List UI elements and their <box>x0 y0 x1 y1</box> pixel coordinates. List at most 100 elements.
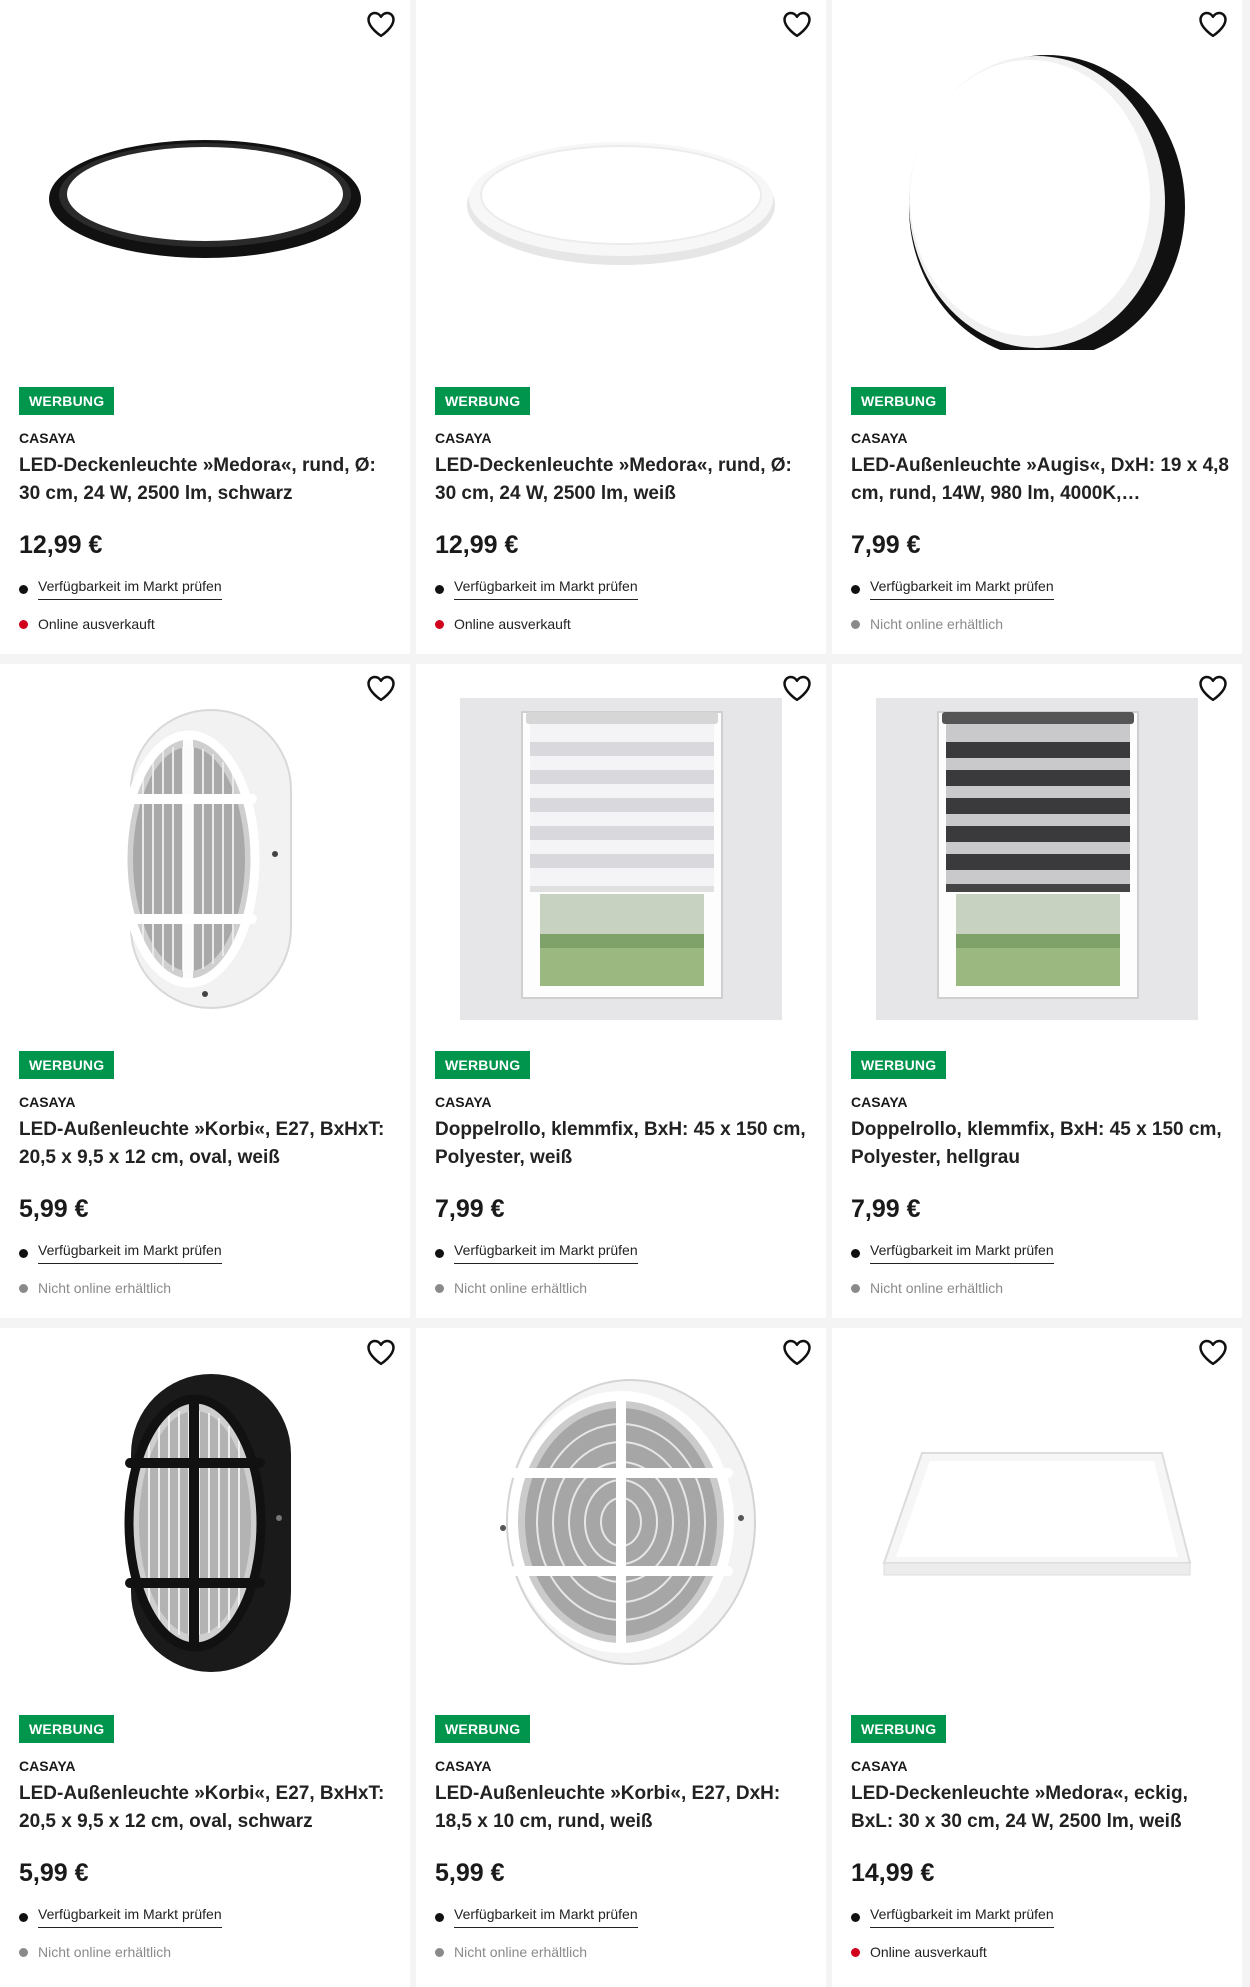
product-title[interactable]: LED-Deckenleuchte »Medora«, rund, Ø: 30 … <box>19 452 399 508</box>
product-card[interactable]: WERBUNG CASAYA LED-Außenleuchte »Augis«,… <box>832 0 1242 654</box>
stock-text: Nicht online erhältlich <box>454 1280 588 1296</box>
product-title[interactable]: LED-Außenleuchte »Korbi«, E27, BxHxT: 20… <box>19 1116 399 1172</box>
bullet-dot <box>851 1912 860 1922</box>
stock-status: Online ausverkauft <box>851 1944 987 1960</box>
product-image[interactable] <box>0 704 410 1014</box>
product-price: 7,99 € <box>851 1195 921 1223</box>
product-title[interactable]: LED-Außenleuchte »Augis«, DxH: 19 x 4,8 … <box>851 452 1231 508</box>
product-image[interactable] <box>832 40 1242 350</box>
product-title[interactable]: LED-Deckenleuchte »Medora«, rund, Ø: 30 … <box>435 452 815 508</box>
heart-icon[interactable] <box>1198 674 1228 702</box>
heart-icon[interactable] <box>1198 1338 1228 1366</box>
heart-icon[interactable] <box>782 674 812 702</box>
product-price: 5,99 € <box>435 1859 505 1887</box>
product-grid: WERBUNG CASAYA LED-Deckenleuchte »Medora… <box>0 0 1250 1987</box>
status-dot <box>435 1947 444 1957</box>
stock-text: Nicht online erhältlich <box>870 1280 1004 1296</box>
availability-link[interactable]: Verfügbarkeit im Markt prüfen <box>870 1242 1054 1264</box>
product-card[interactable]: WERBUNG CASAYA LED-Deckenleuchte »Medora… <box>416 0 826 654</box>
heart-icon[interactable] <box>782 10 812 38</box>
brand-label: CASAYA <box>851 430 908 446</box>
product-image[interactable] <box>416 1368 826 1678</box>
bullet-dot <box>851 584 860 594</box>
heart-icon[interactable] <box>366 674 396 702</box>
status-dot <box>851 1283 860 1293</box>
product-price: 14,99 € <box>851 1859 935 1887</box>
product-image[interactable] <box>832 1368 1242 1678</box>
product-image[interactable] <box>416 40 826 350</box>
ad-badge: WERBUNG <box>435 1715 531 1743</box>
product-title[interactable]: LED-Außenleuchte »Korbi«, E27, BxHxT: 20… <box>19 1780 399 1836</box>
brand-label: CASAYA <box>851 1094 908 1110</box>
availability-link[interactable]: Verfügbarkeit im Markt prüfen <box>870 1906 1054 1928</box>
product-title[interactable]: LED-Deckenleuchte »Medora«, eckig, BxL: … <box>851 1780 1231 1836</box>
stock-text: Nicht online erhältlich <box>38 1944 172 1960</box>
availability-link[interactable]: Verfügbarkeit im Markt prüfen <box>870 578 1054 600</box>
availability-link[interactable]: Verfügbarkeit im Markt prüfen <box>454 578 638 600</box>
product-title[interactable]: Doppelrollo, klemmfix, BxH: 45 x 150 cm,… <box>851 1116 1231 1172</box>
availability-check[interactable]: Verfügbarkeit im Markt prüfen <box>851 578 1054 600</box>
heart-icon[interactable] <box>366 1338 396 1366</box>
status-dot <box>19 1283 28 1293</box>
bullet-dot <box>851 1248 860 1258</box>
product-card[interactable]: WERBUNG CASAYA LED-Außenleuchte »Korbi«,… <box>416 1328 826 1987</box>
stock-text: Online ausverkauft <box>454 616 571 632</box>
availability-link[interactable]: Verfügbarkeit im Markt prüfen <box>38 1242 222 1264</box>
stock-status: Nicht online erhältlich <box>19 1944 171 1960</box>
availability-link[interactable]: Verfügbarkeit im Markt prüfen <box>38 578 222 600</box>
availability-check[interactable]: Verfügbarkeit im Markt prüfen <box>851 1906 1054 1928</box>
product-card[interactable]: WERBUNG CASAYA LED-Deckenleuchte »Medora… <box>832 1328 1242 1987</box>
heart-icon[interactable] <box>366 10 396 38</box>
brand-label: CASAYA <box>435 1094 492 1110</box>
ad-badge: WERBUNG <box>851 1715 947 1743</box>
ad-badge: WERBUNG <box>851 387 947 415</box>
product-image[interactable] <box>416 698 826 1020</box>
availability-check[interactable]: Verfügbarkeit im Markt prüfen <box>19 578 222 600</box>
availability-check[interactable]: Verfügbarkeit im Markt prüfen <box>851 1242 1054 1264</box>
bullet-dot <box>435 584 444 594</box>
heart-icon[interactable] <box>1198 10 1228 38</box>
availability-link[interactable]: Verfügbarkeit im Markt prüfen <box>454 1242 638 1264</box>
brand-label: CASAYA <box>851 1758 908 1774</box>
bullet-dot <box>435 1248 444 1258</box>
product-price: 5,99 € <box>19 1195 89 1223</box>
stock-status: Online ausverkauft <box>19 616 155 632</box>
product-card[interactable]: WERBUNG CASAYA Doppelrollo, klemmfix, Bx… <box>832 664 1242 1318</box>
availability-check[interactable]: Verfügbarkeit im Markt prüfen <box>19 1906 222 1928</box>
bullet-dot <box>19 1912 28 1922</box>
availability-check[interactable]: Verfügbarkeit im Markt prüfen <box>435 578 638 600</box>
status-dot <box>851 1947 860 1957</box>
status-dot <box>435 1283 444 1293</box>
product-title[interactable]: Doppelrollo, klemmfix, BxH: 45 x 150 cm,… <box>435 1116 815 1172</box>
availability-link[interactable]: Verfügbarkeit im Markt prüfen <box>454 1906 638 1928</box>
product-card[interactable]: WERBUNG CASAYA LED-Außenleuchte »Korbi«,… <box>0 1328 410 1987</box>
ad-badge: WERBUNG <box>19 1715 115 1743</box>
ad-badge: WERBUNG <box>435 1051 531 1079</box>
product-card[interactable]: WERBUNG CASAYA Doppelrollo, klemmfix, Bx… <box>416 664 826 1318</box>
product-price: 7,99 € <box>851 531 921 559</box>
bullet-dot <box>19 584 28 594</box>
availability-check[interactable]: Verfügbarkeit im Markt prüfen <box>435 1906 638 1928</box>
product-image[interactable] <box>0 1368 410 1678</box>
product-card[interactable]: WERBUNG CASAYA LED-Deckenleuchte »Medora… <box>0 0 410 654</box>
product-image[interactable] <box>832 698 1242 1020</box>
product-title[interactable]: LED-Außenleuchte »Korbi«, E27, DxH: 18,5… <box>435 1780 815 1836</box>
stock-status: Nicht online erhältlich <box>19 1280 171 1296</box>
product-price: 5,99 € <box>19 1859 89 1887</box>
product-price: 12,99 € <box>19 531 103 559</box>
stock-status: Nicht online erhältlich <box>851 1280 1003 1296</box>
product-price: 7,99 € <box>435 1195 505 1223</box>
availability-check[interactable]: Verfügbarkeit im Markt prüfen <box>19 1242 222 1264</box>
status-dot <box>435 619 444 629</box>
product-card[interactable]: WERBUNG CASAYA LED-Außenleuchte »Korbi«,… <box>0 664 410 1318</box>
availability-check[interactable]: Verfügbarkeit im Markt prüfen <box>435 1242 638 1264</box>
brand-label: CASAYA <box>435 430 492 446</box>
stock-status: Online ausverkauft <box>435 616 571 632</box>
stock-text: Nicht online erhältlich <box>870 616 1004 632</box>
product-image[interactable] <box>0 40 410 350</box>
stock-text: Online ausverkauft <box>870 1944 987 1960</box>
heart-icon[interactable] <box>782 1338 812 1366</box>
brand-label: CASAYA <box>19 1758 76 1774</box>
availability-link[interactable]: Verfügbarkeit im Markt prüfen <box>38 1906 222 1928</box>
stock-status: Nicht online erhältlich <box>435 1944 587 1960</box>
